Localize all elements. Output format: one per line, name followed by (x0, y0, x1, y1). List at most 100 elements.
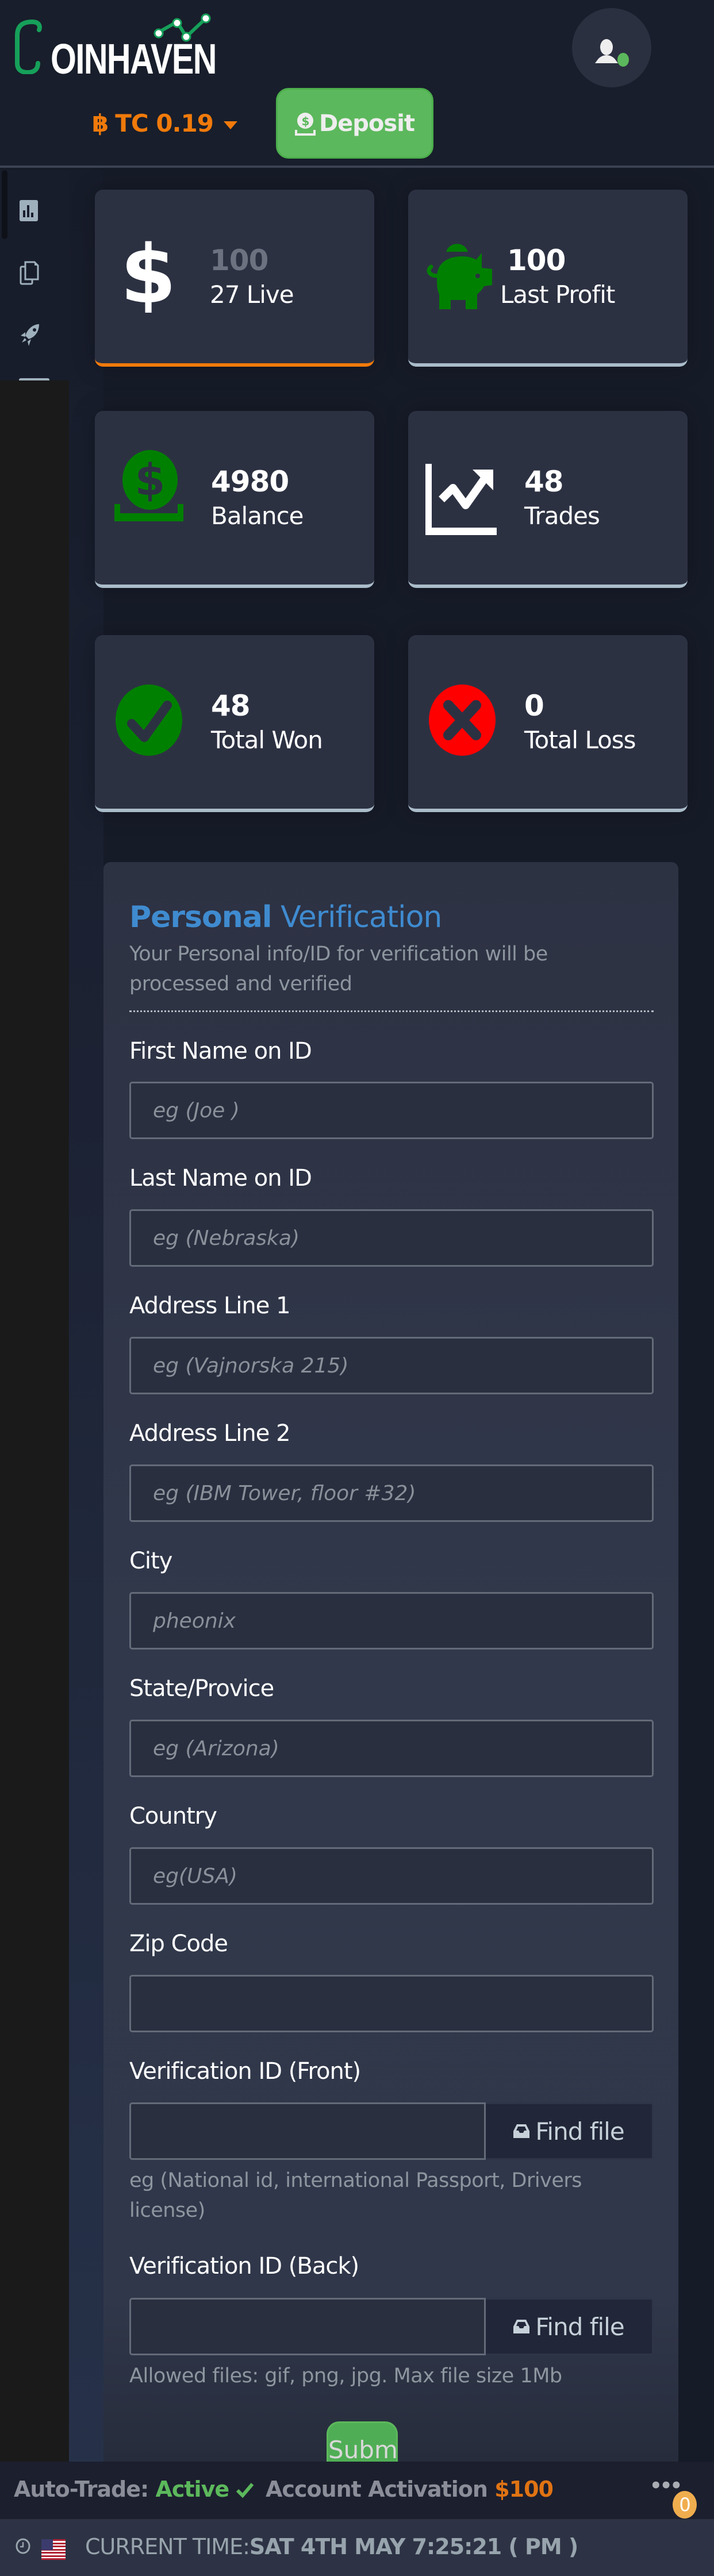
activation-label: Account Activation (266, 2477, 488, 2502)
stat-value: 48 (211, 689, 251, 722)
money-deposit-icon: $ (114, 450, 183, 521)
account-activation: Account Activation $100 (266, 2477, 554, 2502)
deposit-button[interactable]: $ Deposit (276, 88, 433, 159)
auto-trade-active: Active (155, 2477, 229, 2502)
activation-amount: $100 (494, 2477, 554, 2502)
form-title: Personal Verification (129, 900, 442, 935)
id-back-file-input[interactable] (129, 2298, 486, 2355)
find-file-label: Find file (535, 2312, 624, 2341)
inbox-icon (513, 2320, 530, 2333)
svg-text:$: $ (301, 114, 309, 128)
checkmark-icon (236, 2483, 254, 2498)
stat-card-live: $ 100 27 Live (95, 190, 374, 367)
country-input[interactable] (129, 1847, 654, 1905)
stat-card-balance: $ 4980 Balance (95, 411, 374, 588)
stat-card-last-profit: 100 Last Profit (408, 190, 688, 367)
country-label: Country (129, 1803, 217, 1829)
auto-trade-status: Auto-Trade: Active (14, 2477, 254, 2502)
stat-label: Last Profit (500, 280, 615, 309)
form-title-bold: Personal (129, 900, 272, 935)
dollar-icon: $ (120, 238, 176, 313)
bar-chart-icon (20, 200, 38, 221)
user-online-icon (595, 39, 629, 67)
state-label: State/Provice (129, 1675, 274, 1702)
stat-card-total-won: 48 Total Won (95, 635, 374, 812)
first-name-label: First Name on ID (129, 1038, 312, 1064)
sidebar-scrollbar[interactable] (2, 170, 7, 239)
stat-card-trades: 48 Trades (408, 411, 688, 588)
id-front-file-input[interactable] (129, 2102, 486, 2160)
personal-verification-form: Personal Verification Your Personal info… (103, 862, 678, 2462)
sidebar-empty-area (0, 380, 69, 2462)
stat-value: 0 (524, 689, 544, 722)
btc-balance-dropdown[interactable]: ฿ TC 0.19 (92, 107, 237, 139)
state-input[interactable] (129, 1720, 654, 1777)
id-front-label: Verification ID (Front) (129, 2058, 361, 2085)
last-name-label: Last Name on ID (129, 1165, 312, 1191)
id-front-help-text: eg (National id, international Passport,… (129, 2169, 582, 2222)
stat-value: 100 (210, 244, 268, 277)
check-circle-icon (116, 685, 182, 756)
address-line-1-label: Address Line 1 (129, 1293, 291, 1319)
sidebar (0, 170, 69, 382)
zip-code-input[interactable] (129, 1975, 654, 2032)
svg-text:$: $ (135, 454, 166, 505)
stat-label: Total Loss (524, 726, 636, 754)
zip-code-label: Zip Code (129, 1931, 228, 1957)
submit-button[interactable]: Submit (327, 2421, 398, 2462)
x-circle-icon (429, 685, 496, 756)
stat-value: 48 (524, 465, 564, 498)
sidebar-item-dashboard[interactable] (20, 200, 39, 223)
rocket-icon (21, 324, 39, 346)
deposit-label: Deposit (318, 110, 415, 137)
last-name-input[interactable] (129, 1209, 654, 1267)
form-subtitle: Your Personal info/ID for verification w… (129, 943, 548, 995)
id-back-label: Verification ID (Back) (129, 2253, 359, 2279)
address-line-2-input[interactable] (129, 1464, 654, 1522)
us-flag-icon (41, 2539, 66, 2560)
first-name-input[interactable] (129, 1082, 654, 1139)
caret-down-icon (223, 121, 237, 129)
id-front-find-file-button[interactable]: Find file (486, 2102, 654, 2160)
sidebar-item-launch[interactable] (20, 323, 39, 346)
more-options-icon[interactable]: ••• (650, 2474, 682, 2497)
logo-text: OINHAVEN (51, 35, 217, 83)
address-line-2-label: Address Line 2 (129, 1420, 291, 1447)
city-input[interactable] (129, 1592, 654, 1650)
bitcoin-icon: ฿ (92, 109, 109, 137)
sidebar-item-documents[interactable] (20, 261, 39, 285)
stat-label: Balance (211, 502, 304, 530)
find-file-label: Find file (535, 2117, 624, 2146)
piggy-bank-icon (427, 244, 492, 309)
balance-amount: TC 0.19 (115, 109, 214, 137)
city-label: City (129, 1548, 172, 1574)
stat-value: 4980 (211, 465, 289, 498)
top-header: OINHAVEN ฿ TC 0.19 $ Deposit (0, 0, 714, 168)
user-avatar-button[interactable] (572, 8, 651, 87)
current-time-label: CURRENT TIME: (85, 2534, 250, 2559)
status-bar: Auto-Trade: Active Account Activation $1… (0, 2462, 714, 2519)
address-line-1-input[interactable] (129, 1337, 654, 1394)
stat-value: 100 (507, 244, 566, 277)
form-divider (129, 1010, 654, 1012)
stat-label: Total Won (211, 726, 323, 754)
stat-label: 27 Live (210, 280, 294, 309)
clock-icon (16, 2538, 30, 2554)
auto-trade-label: Auto-Trade: (14, 2477, 149, 2502)
stat-card-total-loss: 0 Total Loss (408, 635, 688, 812)
id-front-file-picker: Find file (129, 2102, 654, 2160)
id-back-find-file-button[interactable]: Find file (486, 2298, 654, 2355)
stat-label: Trades (524, 502, 600, 530)
coinhaven-logo[interactable]: OINHAVEN (15, 8, 251, 83)
id-back-help-text: Allowed files: gif, png, jpg. Max file s… (129, 2364, 562, 2387)
form-title-rest: Verification (281, 900, 442, 935)
current-time: CURRENT TIME:SAT 4TH MAY 7:25:21 ( PM ) (85, 2534, 578, 2559)
svg-text:$: $ (120, 238, 176, 313)
money-deposit-icon: $ (294, 112, 316, 136)
trend-chart-icon (425, 464, 497, 535)
id-back-file-picker: Find file (129, 2298, 654, 2355)
notification-badge[interactable]: 0 (673, 2491, 697, 2519)
copy-icon (20, 261, 39, 285)
inbox-icon (513, 2124, 530, 2138)
current-time-value: SAT 4TH MAY 7:25:21 ( PM ) (249, 2534, 578, 2559)
